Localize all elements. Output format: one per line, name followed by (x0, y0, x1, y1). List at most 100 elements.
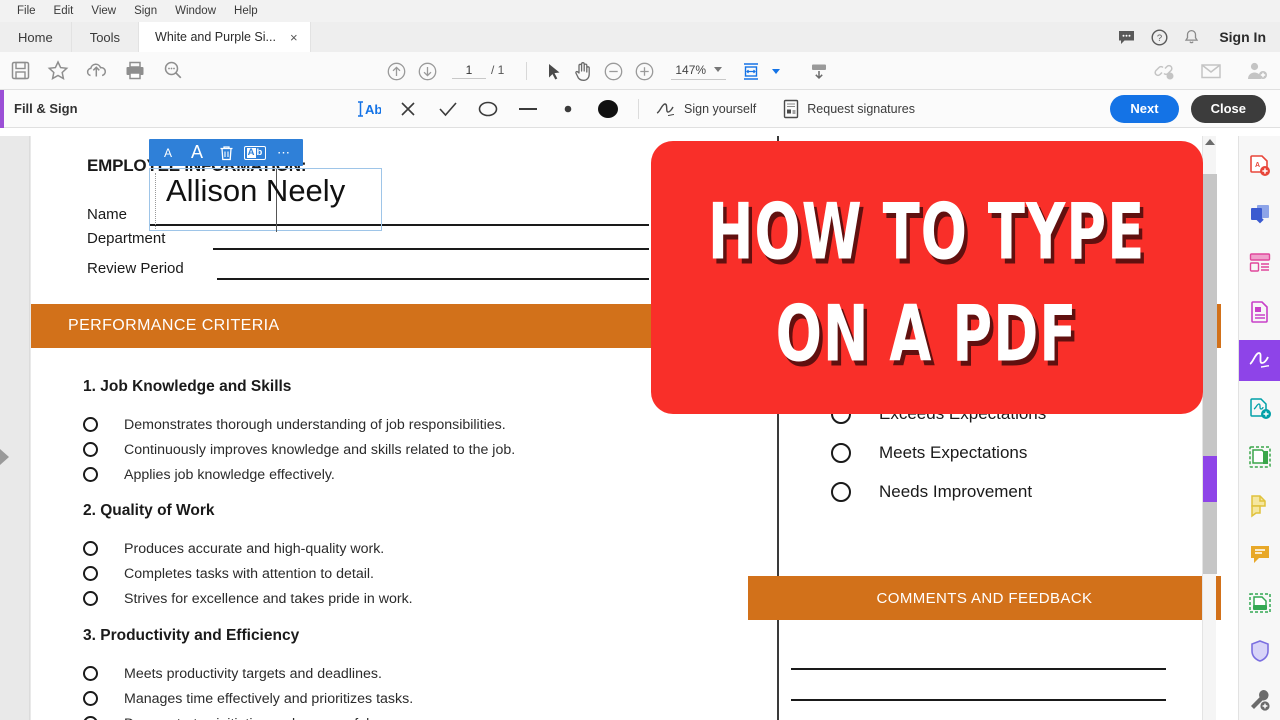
save-icon[interactable] (10, 60, 31, 81)
tab-tools[interactable]: Tools (72, 22, 140, 52)
list-item[interactable]: Strives for excellence and takes pride i… (83, 586, 413, 611)
bell-icon[interactable] (1184, 29, 1199, 46)
scroll-mode-icon[interactable] (808, 61, 830, 82)
list-item[interactable]: Manages time effectively and prioritizes… (83, 686, 413, 711)
expand-left-panel-icon[interactable] (0, 449, 9, 465)
scan-ocr-icon[interactable] (1239, 583, 1280, 624)
comment-pdf-icon[interactable] (1239, 486, 1280, 527)
tab-document[interactable]: White and Purple Si... × (139, 22, 311, 52)
star-icon[interactable] (47, 60, 69, 81)
help-icon[interactable]: ? (1151, 28, 1168, 46)
fit-page-icon[interactable] (740, 61, 762, 82)
comb-field-icon[interactable]: Ab (242, 141, 268, 164)
menu-bar: File Edit View Sign Window Help (0, 0, 1280, 22)
radio-circle-icon[interactable] (83, 591, 98, 606)
radio-circle-icon[interactable] (83, 541, 98, 556)
radio-circle-icon[interactable] (83, 716, 98, 720)
organize-pages-icon[interactable] (1239, 292, 1280, 333)
arrow-up-circle-icon[interactable] (386, 61, 407, 82)
radio-circle-icon[interactable] (831, 481, 851, 502)
radio-circle-icon[interactable] (83, 417, 98, 432)
export-pdf-icon[interactable] (1239, 195, 1280, 236)
svg-text:Ab: Ab (365, 102, 381, 117)
fill-and-sign-icon[interactable] (1238, 340, 1280, 381)
list-item[interactable]: Applies job knowledge effectively. (83, 462, 515, 487)
email-icon[interactable] (1200, 62, 1222, 80)
page-number-input[interactable]: 1 (452, 63, 486, 79)
close-icon[interactable]: × (288, 31, 300, 44)
next-button[interactable]: Next (1110, 94, 1179, 123)
menu-item-help[interactable]: Help (225, 2, 267, 20)
more-options-button[interactable]: ⋯ (271, 141, 297, 164)
list-item[interactable]: Demonstrates thorough understanding of j… (83, 412, 515, 437)
scroll-up-icon[interactable] (1205, 139, 1215, 145)
print-icon[interactable] (124, 60, 146, 81)
cross-mark-icon[interactable] (388, 94, 428, 124)
page-indicator: 1 / 1 (452, 63, 504, 79)
tab-home[interactable]: Home (0, 22, 72, 52)
text-field-value[interactable]: Allison Neely (166, 173, 345, 209)
list-item[interactable]: Meets Expectations (831, 433, 1046, 472)
text-field-popup-toolbar: A A Ab ⋯ (149, 139, 303, 166)
overlay-banner: HOW TO TYPE ON A PDF (651, 141, 1203, 414)
small-dot-icon[interactable] (548, 94, 588, 124)
link-share-icon[interactable] (1154, 61, 1176, 81)
check-mark-icon[interactable] (428, 94, 468, 124)
protect-icon[interactable] (1239, 631, 1280, 672)
search-icon[interactable] (162, 60, 184, 81)
radio-circle-icon[interactable] (83, 691, 98, 706)
close-button[interactable]: Close (1190, 94, 1266, 123)
toolbar-center-group: 1 / 1 147% (386, 52, 830, 90)
radio-circle-icon[interactable] (831, 442, 851, 463)
list-item[interactable]: Produces accurate and high-quality work. (83, 536, 413, 561)
zoom-out-icon[interactable] (603, 61, 624, 82)
menu-item-file[interactable]: File (8, 2, 45, 20)
list-item[interactable]: Continuously improves knowledge and skil… (83, 437, 515, 462)
radio-circle-icon[interactable] (83, 442, 98, 457)
menu-item-edit[interactable]: Edit (45, 2, 83, 20)
send-for-signature-icon[interactable] (1239, 389, 1280, 430)
list-item[interactable]: Demonstrates initiative and resourcefuln… (83, 711, 413, 720)
radio-circle-icon[interactable] (83, 666, 98, 681)
page-scrollbar[interactable] (1202, 136, 1217, 720)
menu-item-sign[interactable]: Sign (125, 2, 166, 20)
sign-yourself-label: Sign yourself (684, 101, 757, 116)
list-item[interactable]: Needs Improvement (831, 472, 1046, 511)
decrease-font-size-button[interactable]: A (155, 141, 181, 164)
more-tools-icon[interactable] (1239, 680, 1280, 720)
add-text-icon[interactable]: Ab (348, 94, 388, 124)
zoom-level-selector[interactable]: 147% (671, 63, 727, 80)
filled-dot-icon[interactable] (588, 94, 628, 124)
compress-pdf-icon[interactable] (1239, 437, 1280, 478)
scrollbar-thumb[interactable] (1203, 174, 1217, 574)
adobe-acrobat-window: File Edit View Sign Window Help Home Too… (0, 0, 1280, 720)
sign-yourself-button[interactable]: Sign yourself (649, 100, 762, 118)
line-icon[interactable] (508, 94, 548, 124)
tab-document-label: White and Purple Si... (155, 30, 276, 44)
upload-cloud-icon[interactable] (85, 60, 108, 81)
add-comment-icon[interactable] (1239, 534, 1280, 575)
circle-icon[interactable] (468, 94, 508, 124)
menu-item-window[interactable]: Window (166, 2, 225, 20)
text-field-box[interactable]: Allison Neely (149, 168, 382, 232)
fit-page-chevron-icon[interactable] (772, 68, 781, 74)
comment-icon[interactable] (1118, 30, 1135, 45)
request-signatures-button[interactable]: Request signatures (776, 99, 921, 119)
more-options-label: ⋯ (277, 144, 291, 160)
cursor-icon[interactable] (545, 62, 563, 81)
hand-icon[interactable] (573, 61, 593, 82)
zoom-in-icon[interactable] (634, 61, 655, 82)
radio-circle-icon[interactable] (83, 566, 98, 581)
increase-font-size-button[interactable]: A (184, 141, 210, 164)
toolbar-divider (526, 62, 528, 80)
list-item[interactable]: Meets productivity targets and deadlines… (83, 661, 413, 686)
create-pdf-icon[interactable]: A (1239, 146, 1280, 187)
sign-in-button[interactable]: Sign In (1215, 29, 1266, 45)
arrow-down-circle-icon[interactable] (417, 61, 438, 82)
edit-pdf-icon[interactable] (1239, 243, 1280, 284)
trash-icon[interactable] (213, 141, 239, 164)
add-person-icon[interactable] (1246, 61, 1268, 81)
radio-circle-icon[interactable] (83, 467, 98, 482)
menu-item-view[interactable]: View (82, 2, 125, 20)
list-item[interactable]: Completes tasks with attention to detail… (83, 561, 413, 586)
